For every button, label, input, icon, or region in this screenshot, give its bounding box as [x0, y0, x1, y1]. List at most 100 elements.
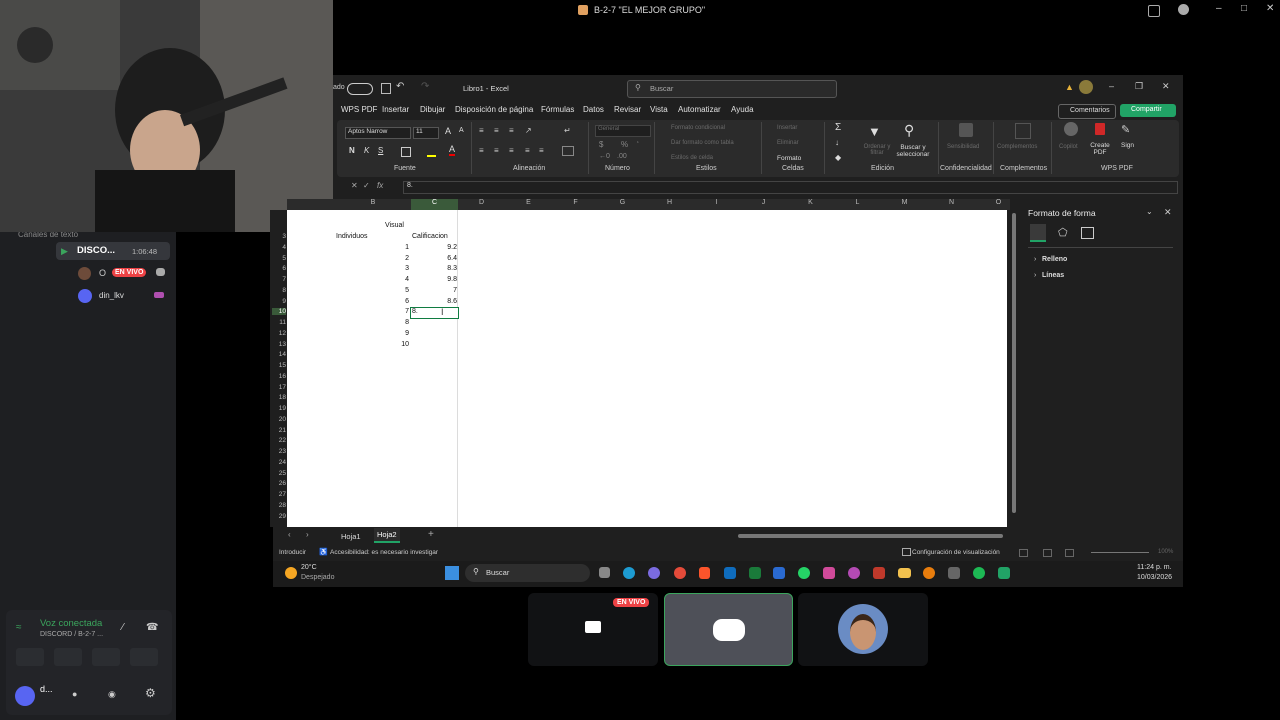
warning-icon[interactable]: ▲: [1065, 82, 1074, 92]
align-middle-icon[interactable]: ≡: [494, 126, 499, 135]
voice-sub[interactable]: DISCORD / B-2-7 ...: [40, 631, 103, 638]
screen-share-icon[interactable]: [54, 648, 82, 666]
row-header[interactable]: 29: [272, 513, 286, 520]
row-header[interactable]: 5: [272, 255, 286, 262]
clock-time[interactable]: 11:24 p. m.: [1137, 564, 1172, 571]
align-top-icon[interactable]: ≡: [479, 126, 484, 135]
cell-calificacion[interactable]: 6.4: [420, 255, 457, 262]
copilot-button[interactable]: Copilot: [1059, 144, 1078, 150]
font-name-select[interactable]: Aptos Narrow: [345, 127, 411, 139]
shrink-font-icon[interactable]: A: [459, 127, 464, 134]
share-button[interactable]: Compartir: [1120, 104, 1176, 117]
avatar[interactable]: [15, 686, 35, 706]
row-header[interactable]: 27: [272, 491, 286, 498]
minimize-icon[interactable]: –: [1109, 81, 1114, 91]
disconnect-icon[interactable]: ☎: [146, 622, 158, 633]
cancel-icon[interactable]: ✕: [351, 181, 358, 190]
accessibility-icon[interactable]: ♿: [319, 548, 328, 556]
signal-icon[interactable]: ≈: [16, 622, 22, 633]
status-display-settings[interactable]: Configuración de visualización: [912, 549, 1000, 556]
start-icon[interactable]: [445, 566, 459, 580]
activities-icon[interactable]: [92, 648, 120, 666]
comments-button[interactable]: Comentarios: [1058, 104, 1116, 119]
row-header[interactable]: 24: [272, 459, 286, 466]
effects-tab-icon[interactable]: ⬠: [1058, 226, 1068, 239]
soundboard-icon[interactable]: [130, 648, 158, 666]
currency-icon[interactable]: $: [599, 140, 603, 149]
font-size-select[interactable]: 11: [413, 127, 439, 139]
headphones-icon[interactable]: ◉: [108, 689, 116, 700]
voice-channel[interactable]: ▶ DISCO... 1:06:48: [56, 242, 170, 260]
avatar[interactable]: [1079, 80, 1093, 94]
cell-individuo[interactable]: 8: [380, 319, 409, 326]
tab-revisar[interactable]: Revisar: [614, 105, 641, 114]
column-header[interactable]: J: [740, 199, 787, 210]
autosave-toggle[interactable]: [347, 83, 373, 95]
underline-icon[interactable]: S: [378, 146, 383, 155]
row-header[interactable]: 6: [272, 265, 286, 272]
row-header[interactable]: 10: [272, 308, 286, 316]
row-header[interactable]: 17: [272, 384, 286, 391]
find-select-button[interactable]: Buscar y seleccionar: [893, 144, 933, 158]
cell-calificacion[interactable]: 8.3: [420, 265, 457, 272]
merge-icon[interactable]: [562, 146, 574, 156]
column-header[interactable]: L: [834, 199, 881, 210]
fill-line-tab-icon[interactable]: [1030, 224, 1046, 242]
sort-filter-button[interactable]: Ordenar y filtrar: [859, 144, 895, 156]
cell-individuo[interactable]: 6: [380, 298, 409, 305]
maximize-icon[interactable]: □: [1241, 3, 1247, 14]
column-header[interactable]: K: [787, 199, 834, 210]
cell-individuos-header[interactable]: Individuos: [336, 233, 368, 240]
tab-insertar[interactable]: Insertar: [382, 105, 409, 114]
next-sheet-icon[interactable]: ›: [306, 530, 309, 539]
borders-icon[interactable]: [401, 147, 411, 157]
row-header[interactable]: 7: [272, 276, 286, 283]
align-bottom-icon[interactable]: ≡: [509, 126, 514, 135]
page-break-view-icon[interactable]: [1065, 549, 1074, 557]
column-header-active[interactable]: C: [411, 199, 458, 210]
restore-icon[interactable]: ❐: [1135, 81, 1143, 92]
row-header[interactable]: 13: [272, 341, 286, 348]
horizontal-scrollbar[interactable]: [738, 534, 1003, 538]
tab-dibujar[interactable]: Dibujar: [420, 105, 445, 114]
indent-icon[interactable]: ≡: [525, 146, 530, 155]
italic-icon[interactable]: K: [364, 146, 369, 155]
decimals-icon[interactable]: .00: [617, 153, 627, 160]
outlook-icon[interactable]: [724, 567, 736, 579]
find-select-icon[interactable]: ⚲: [904, 122, 914, 139]
cell-visual[interactable]: Visual: [385, 222, 404, 229]
add-sheet-icon[interactable]: +: [428, 529, 434, 540]
tab-automatizar[interactable]: Automatizar: [678, 105, 721, 114]
chrome-icon[interactable]: [674, 567, 686, 579]
close-icon[interactable]: ✕: [1164, 207, 1172, 218]
app-icon[interactable]: [948, 567, 960, 579]
wrap-text-icon[interactable]: ↵: [564, 126, 571, 135]
copilot-icon[interactable]: [648, 567, 660, 579]
section-lines[interactable]: Líneas: [1042, 272, 1064, 279]
format-cells-button[interactable]: Formato: [777, 155, 801, 162]
stream-tile-discord[interactable]: [664, 593, 793, 666]
camera-off-icon[interactable]: [16, 648, 44, 666]
column-header[interactable]: N: [928, 199, 975, 210]
app-icon[interactable]: [873, 567, 885, 579]
tab-formulas[interactable]: Fórmulas: [541, 105, 574, 114]
row-header[interactable]: 18: [272, 394, 286, 401]
column-header[interactable]: B: [335, 199, 411, 210]
column-header[interactable]: H: [646, 199, 693, 210]
row-header[interactable]: 9: [272, 298, 286, 305]
function-icon[interactable]: fx: [377, 181, 383, 190]
orientation-icon[interactable]: ↗: [525, 126, 532, 135]
whatsapp-icon[interactable]: [798, 567, 810, 579]
voice-user-2[interactable]: din_lkv: [78, 288, 173, 304]
align-right-icon[interactable]: ≡: [509, 146, 514, 155]
sheet-tab-hoja2[interactable]: Hoja2: [374, 528, 400, 543]
noise-icon[interactable]: ⁄: [122, 622, 124, 633]
decimals-icon[interactable]: ←0: [599, 153, 610, 160]
column-header[interactable]: G: [599, 199, 646, 210]
folder-icon[interactable]: [898, 568, 911, 578]
row-header[interactable]: 23: [272, 448, 286, 455]
clock-date[interactable]: 10/03/2026: [1137, 574, 1172, 581]
align-left-icon[interactable]: ≡: [479, 146, 484, 155]
clear-icon[interactable]: ◆: [835, 153, 841, 162]
fill-color-icon[interactable]: [427, 146, 436, 157]
